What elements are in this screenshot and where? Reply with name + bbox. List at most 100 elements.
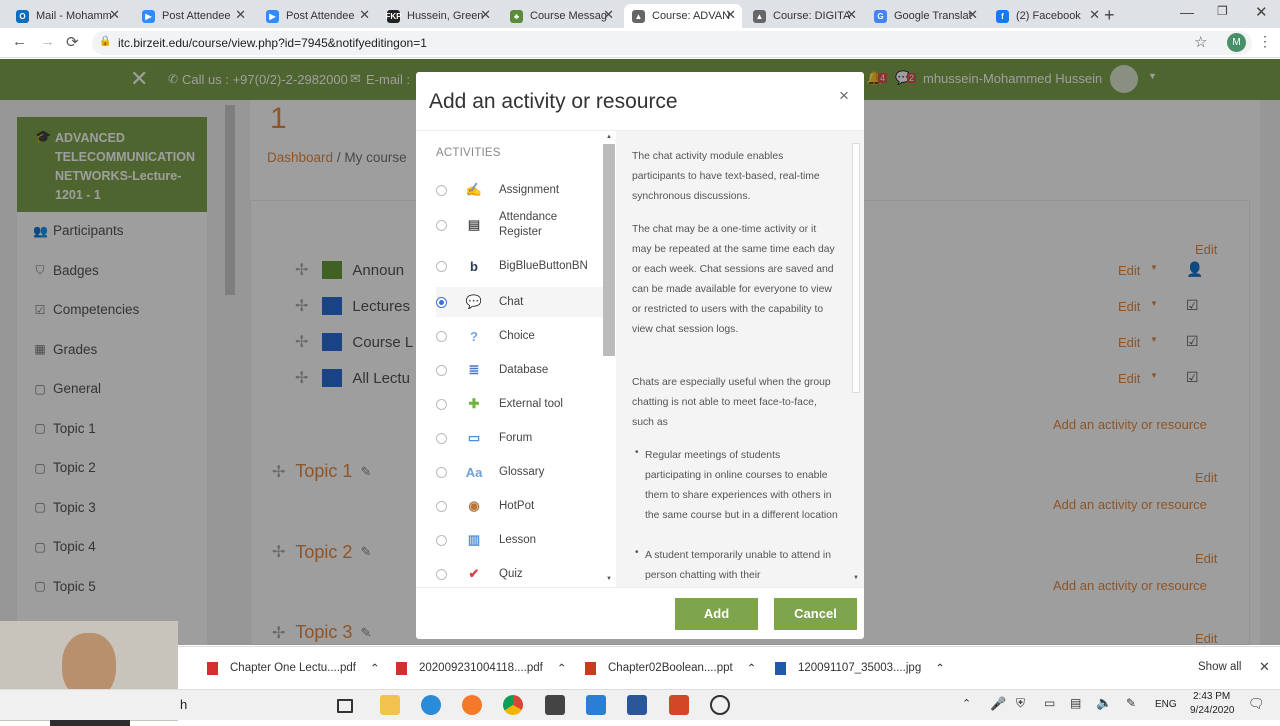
modal-close-icon[interactable]: ×	[839, 86, 849, 106]
new-tab-button[interactable]: +	[1104, 5, 1115, 26]
activity-label: Lesson	[499, 534, 537, 546]
reload-icon[interactable]: ⟳	[66, 33, 79, 51]
browser-tab[interactable]: G Google Translat ✕	[866, 4, 984, 28]
tab-label: Post Attendee	[162, 10, 231, 22]
clock-date[interactable]: 9/24/2020	[1190, 705, 1235, 716]
download-item[interactable]: 120091107_35003....jpg ⌃	[775, 661, 945, 675]
profile-avatar[interactable]: M	[1227, 33, 1246, 52]
settings-app-icon[interactable]	[710, 695, 730, 715]
edge-icon[interactable]	[421, 695, 441, 715]
task-view-icon[interactable]	[337, 699, 353, 713]
download-options-chevron-icon[interactable]: ⌃	[370, 661, 380, 675]
maximize-window-button[interactable]: ❐	[1217, 4, 1228, 18]
powerpoint-icon[interactable]	[669, 695, 689, 715]
activity-radio[interactable]	[436, 260, 447, 272]
tab-close-icon[interactable]: ✕	[967, 7, 978, 23]
tab-close-icon[interactable]: ✕	[235, 7, 246, 23]
browser-tab[interactable]: O Mail - Mohamm ✕	[8, 4, 126, 28]
activity-radio[interactable]	[436, 432, 447, 444]
download-item[interactable]: Chapter02Boolean....ppt ⌃	[585, 661, 756, 675]
tab-close-icon[interactable]: ✕	[603, 7, 614, 23]
activity-option-quiz[interactable]: ✔ Quiz	[436, 559, 606, 587]
browser-menu-icon[interactable]: ⋮	[1258, 33, 1272, 50]
activity-radio[interactable]	[436, 219, 447, 231]
activity-radio[interactable]	[436, 296, 447, 308]
shield-tray-icon[interactable]: ⛨	[1016, 696, 1025, 711]
activity-radio[interactable]	[436, 534, 447, 546]
store-icon[interactable]	[545, 695, 565, 715]
browser-tab[interactable]: ▲ Course: ADVAN ✕	[624, 4, 742, 28]
network-icon[interactable]: ▤	[1070, 696, 1081, 710]
close-downloads-icon[interactable]: ✕	[1259, 659, 1270, 675]
download-options-chevron-icon[interactable]: ⌃	[557, 661, 567, 675]
browser-tab[interactable]: ▶ Post Attendee ✕	[258, 4, 376, 28]
activity-label: External tool	[499, 398, 563, 410]
activity-radio[interactable]	[436, 364, 447, 376]
forward-arrow-icon[interactable]: →	[40, 33, 55, 50]
mail-icon[interactable]	[586, 695, 606, 715]
clock-time[interactable]: 2:43 PM	[1193, 691, 1230, 702]
activity-radio[interactable]	[436, 500, 447, 512]
activity-option-choice[interactable]: ? Choice	[436, 321, 606, 351]
browser-tab[interactable]: ▶ Post Attendee ✕	[134, 4, 252, 28]
chat-icon: 💬	[465, 294, 483, 309]
close-window-button[interactable]: ✕	[1255, 3, 1268, 21]
browser-tab[interactable]: ▲ Course: DIGITA ✕	[745, 4, 863, 28]
activities-scrollbar[interactable]	[603, 144, 615, 356]
browser-tab[interactable]: f (2) Facebook ✕	[988, 4, 1106, 28]
tab-label: Mail - Mohamm	[36, 10, 112, 22]
activity-option-bigbluebuttonbn[interactable]: b BigBlueButtonBN	[436, 251, 606, 281]
show-all-downloads[interactable]: Show all	[1198, 661, 1241, 673]
activity-option-assignment[interactable]: ✍ Assignment	[436, 175, 606, 205]
cancel-button[interactable]: Cancel	[774, 598, 857, 630]
activity-radio[interactable]	[436, 184, 447, 196]
description-bullet-2: A student temporarily unable to attend i…	[645, 550, 831, 581]
language-indicator[interactable]: ENG	[1155, 699, 1177, 710]
taskbar-search-text[interactable]: h	[180, 697, 187, 712]
activity-option-glossary[interactable]: Aa Glossary	[436, 457, 606, 487]
volume-icon[interactable]: 🔈	[1096, 695, 1112, 711]
scroll-up-arrow-icon[interactable]: ▲	[606, 134, 612, 140]
download-options-chevron-icon[interactable]: ⌃	[935, 661, 945, 675]
battery-icon[interactable]: ▭	[1044, 696, 1055, 710]
back-arrow-icon[interactable]: ←	[12, 33, 27, 50]
notifications-icon[interactable]: 🗨	[1248, 696, 1265, 712]
activity-radio[interactable]	[436, 398, 447, 410]
download-options-chevron-icon[interactable]: ⌃	[747, 661, 757, 675]
tray-chevron-icon[interactable]: ⌃	[962, 697, 971, 710]
tab-close-icon[interactable]: ✕	[846, 7, 857, 23]
activity-option-lesson[interactable]: ▥ Lesson	[436, 525, 606, 555]
pen-icon[interactable]: ✎	[1126, 696, 1136, 710]
add-button[interactable]: Add	[675, 598, 758, 630]
firefox-icon[interactable]	[462, 695, 482, 715]
activity-option-chat[interactable]: 💬 Chat	[436, 287, 606, 317]
word-icon[interactable]	[627, 695, 647, 715]
microphone-icon[interactable]: 🎤	[990, 696, 1006, 712]
activity-radio[interactable]	[436, 466, 447, 478]
activity-radio[interactable]	[436, 568, 447, 580]
download-item[interactable]: Chapter One Lectu....pdf ⌃	[207, 661, 380, 675]
activity-option-forum[interactable]: ▭ Forum	[436, 423, 606, 453]
file-explorer-icon[interactable]	[380, 695, 400, 715]
activity-option-attendance-register[interactable]: ▤ Attendance Register	[436, 210, 606, 240]
scroll-down-arrow-icon[interactable]: ▼	[606, 576, 612, 582]
bookmark-star-icon[interactable]: ☆	[1194, 33, 1207, 51]
tab-close-icon[interactable]: ✕	[725, 7, 736, 23]
browser-tab[interactable]: FKP Hussein, Green ✕	[379, 4, 497, 28]
url-field[interactable]: 🔒 itc.birzeit.edu/course/view.php?id=794…	[92, 31, 1252, 55]
browser-tab[interactable]: ♣ Course Messag ✕	[502, 4, 620, 28]
tab-close-icon[interactable]: ✕	[1089, 7, 1100, 23]
activity-option-database[interactable]: ≣ Database	[436, 355, 606, 385]
tab-close-icon[interactable]: ✕	[109, 7, 120, 23]
database-icon: ≣	[468, 362, 480, 377]
download-item[interactable]: 202009231004118....pdf ⌃	[396, 661, 567, 675]
minimize-window-button[interactable]: —	[1180, 4, 1194, 20]
tab-close-icon[interactable]: ✕	[359, 7, 370, 23]
description-paragraph-2: The chat may be a one-time activity or i…	[632, 224, 835, 335]
chrome-icon[interactable]	[503, 695, 523, 715]
tab-label: Post Attendee	[286, 10, 355, 22]
activity-radio[interactable]	[436, 330, 447, 342]
activity-option-external-tool[interactable]: ✚ External tool	[436, 389, 606, 419]
tab-close-icon[interactable]: ✕	[480, 7, 491, 23]
activity-option-hotpot[interactable]: ◉ HotPot	[436, 491, 606, 521]
